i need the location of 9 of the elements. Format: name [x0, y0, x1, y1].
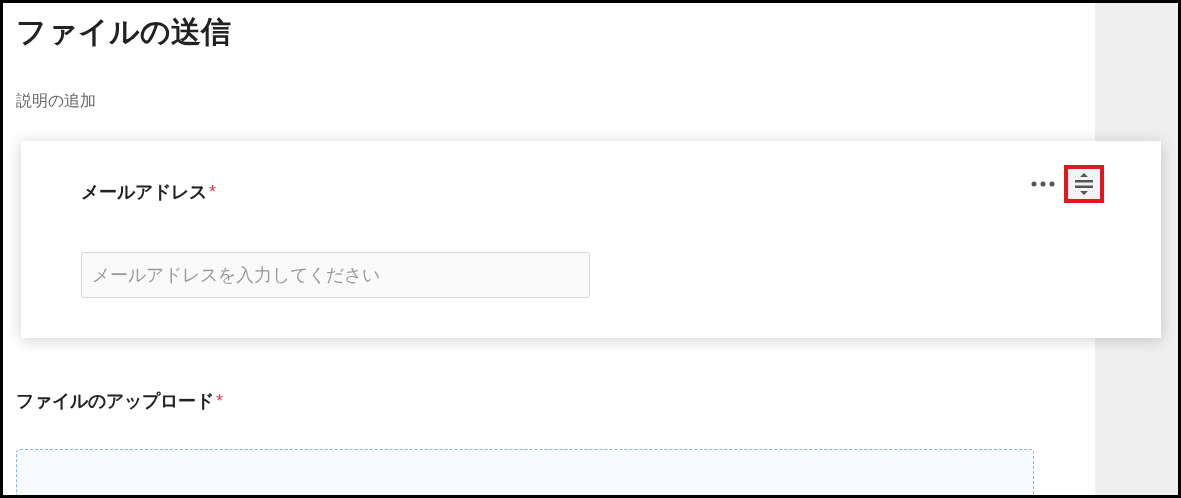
drag-icon	[1074, 171, 1094, 197]
page-title: ファイルの送信	[16, 14, 232, 50]
more-icon[interactable]	[1031, 181, 1055, 187]
field-card[interactable]: メールアドレス* メールアドレスを入力してください	[21, 141, 1161, 338]
drag-handle[interactable]	[1064, 165, 1104, 203]
field-label: メールアドレス*	[81, 181, 216, 204]
email-input[interactable]: メールアドレスを入力してください	[81, 252, 590, 298]
field-label: ファイルのアップロード*	[16, 390, 223, 413]
description-text[interactable]: 説明の追加	[16, 89, 96, 113]
